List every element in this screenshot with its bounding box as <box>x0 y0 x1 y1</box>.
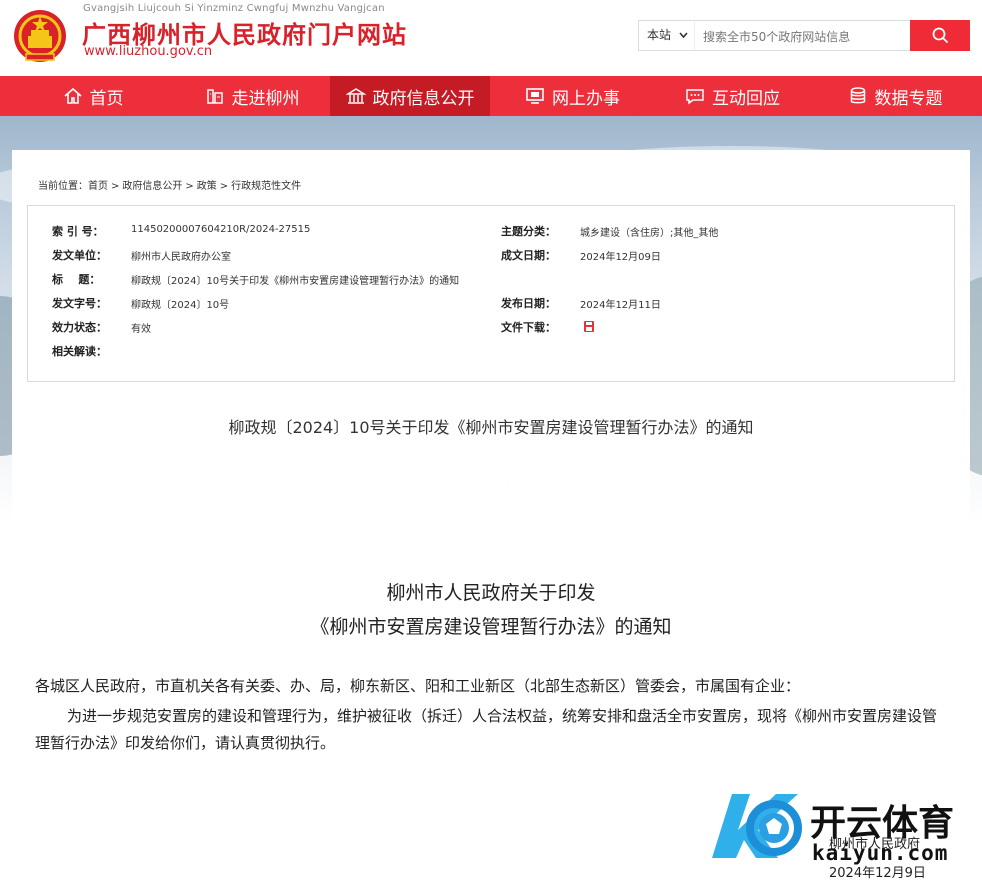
chat-icon <box>686 89 704 105</box>
government-icon <box>345 88 366 104</box>
nav-item-label: 政府信息公开 <box>372 88 475 109</box>
notice-salutation: 各城区人民政府，市直机关各有关委、办、局，柳东新区、阳和工业新区（北部生态新区）… <box>35 677 801 695</box>
search-scope-label: 本站 <box>647 28 672 42</box>
signature-date: 2024年12月9日 <box>829 866 926 881</box>
database-icon <box>850 87 865 104</box>
created-date-value: 2024年12月09日 <box>580 252 661 263</box>
index-value: 11450200007604210R/2024-27515 <box>131 224 311 235</box>
national-emblem-icon <box>14 10 66 62</box>
created-date-label: 成文日期： <box>501 249 556 262</box>
breadcrumb-separator: > <box>185 181 194 192</box>
download-label: 文件下载： <box>501 321 556 334</box>
breadcrumb-gov-info-link[interactable]: 政府信息公开 <box>122 181 182 192</box>
category-label: 主题分类： <box>501 225 556 238</box>
nav-item-data-topics[interactable]: 数据专题 <box>825 76 965 116</box>
breadcrumb: 当前位置：首页 > 政府信息公开 > 政策 > 行政规范性文件 <box>38 177 301 192</box>
nav-item-label: 互动回应 <box>712 88 780 109</box>
nav-item-interaction[interactable]: 互动回应 <box>665 76 800 116</box>
breadcrumb-separator: > <box>219 181 229 192</box>
kaiyun-watermark-logo: 开云体育 kaiyun.com <box>712 794 954 865</box>
nav-item-online-service[interactable]: 网上办事 <box>505 76 640 116</box>
title-label: 标 题： <box>52 273 101 286</box>
site-pinyin: Gvangjsih Liujcouh Si Yinzminz Cwngfuj M… <box>83 3 385 14</box>
monitor-icon <box>526 88 544 104</box>
chevron-down-icon <box>679 21 688 62</box>
nav-item-label: 数据专题 <box>874 88 943 109</box>
file-download-icon[interactable] <box>583 320 595 333</box>
breadcrumb-policy-link[interactable]: 政策 <box>197 181 217 192</box>
title-value: 柳政规〔2024〕10号关于印发《柳州市安置房建设管理暂行办法》的通知 <box>131 276 460 287</box>
search-button[interactable] <box>910 20 970 51</box>
breadcrumb-home-link[interactable]: 首页 <box>88 181 108 192</box>
nav-item-about[interactable]: 走进柳州 <box>182 76 322 116</box>
city-icon <box>206 89 223 104</box>
doc-number-label: 发文字号： <box>52 297 107 310</box>
published-date-label: 发布日期： <box>501 297 556 310</box>
signature-org: 柳州市人民政府 <box>829 837 921 852</box>
related-interpretation-label: 相关解读： <box>52 345 107 358</box>
site-header: Gvangjsih Liujcouh Si Yinzminz Cwngfuj M… <box>0 0 982 76</box>
issuer-label: 发文单位： <box>52 249 107 262</box>
issuer-value: 柳州市人民政府办公室 <box>131 252 231 263</box>
breadcrumb-prefix: 当前位置： <box>38 181 88 192</box>
home-icon <box>63 87 82 104</box>
notice-paragraph: 为进一步规范安置房的建设和管理行为，维护被征收（拆迁）人合法权益，统筹安排和盘活… <box>35 707 938 752</box>
document-info-table: 索 引 号： 11450200007604210R/2024-27515 主题分… <box>27 205 955 382</box>
doc-number-value: 柳政规〔2024〕10号 <box>131 300 230 311</box>
status-label: 效力状态： <box>52 321 107 334</box>
search-scope-select[interactable]: 本站 <box>639 21 695 50</box>
search-input[interactable] <box>697 21 917 52</box>
nav-item-home[interactable]: 首页 <box>28 76 158 116</box>
published-date-value: 2024年12月11日 <box>580 300 661 311</box>
main-nav: 首页 走进柳州 政府信息公开 网上办事 互动回应 数据专题 <box>0 76 982 116</box>
notice-title-line1: 柳州市人民政府关于印发 <box>386 582 596 604</box>
site-url: www.liuzhou.gov.cn <box>84 44 213 59</box>
index-label: 索 引 号： <box>52 225 104 238</box>
breadcrumb-normative-docs-link[interactable]: 行政规范性文件 <box>231 181 301 192</box>
nav-item-label: 网上办事 <box>552 88 620 109</box>
document-heading: 柳政规〔2024〕10号关于印发《柳州市安置房建设管理暂行办法》的通知 <box>228 418 754 437</box>
notice-title-line2: 《柳州市安置房建设管理暂行办法》的通知 <box>310 616 672 638</box>
breadcrumb-separator: > <box>111 181 120 192</box>
nav-item-label: 走进柳州 <box>231 88 300 109</box>
search-icon <box>932 27 948 44</box>
nav-item-label: 首页 <box>89 88 124 109</box>
category-value: 城乡建设（含住房）;其他_其他 <box>580 228 719 239</box>
nav-item-gov-info[interactable]: 政府信息公开 <box>330 76 490 116</box>
status-value: 有效 <box>131 324 151 335</box>
search-box: 本站 <box>638 20 970 52</box>
